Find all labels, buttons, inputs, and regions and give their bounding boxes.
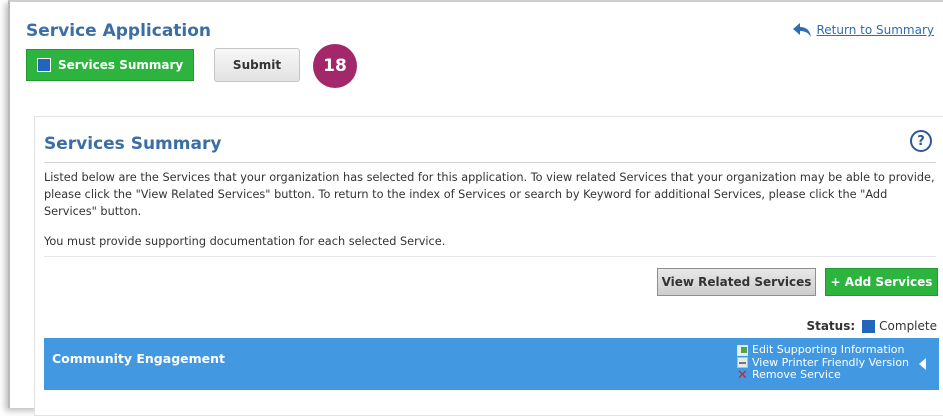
add-services-button[interactable]: + Add Services xyxy=(825,268,938,296)
services-summary-button[interactable]: Services Summary xyxy=(26,49,194,81)
service-actions: Edit Supporting Information View Printer… xyxy=(737,343,909,383)
printer-icon xyxy=(737,357,748,369)
edit-supporting-information-link[interactable]: Edit Supporting Information xyxy=(737,343,909,357)
page-title: Service Application xyxy=(26,21,212,41)
remove-service-link[interactable]: ✕ Remove Service xyxy=(737,367,909,383)
remove-service-label[interactable]: Remove Service xyxy=(752,368,841,382)
status-label: Status: xyxy=(806,319,856,333)
collapse-caret-icon[interactable] xyxy=(919,358,926,370)
step-number-badge: 18 xyxy=(313,44,357,88)
return-to-summary-link[interactable]: Return to Summary xyxy=(792,22,935,38)
submit-button[interactable]: Submit xyxy=(214,48,300,82)
description-text: Listed below are the Services that your … xyxy=(44,171,935,218)
remove-x-icon: ✕ xyxy=(737,367,748,383)
edit-supporting-information-label[interactable]: Edit Supporting Information xyxy=(752,343,904,357)
service-name: Community Engagement xyxy=(52,351,225,366)
help-icon[interactable]: ? xyxy=(910,130,932,152)
complete-status-icon xyxy=(862,319,876,333)
status-value: Complete xyxy=(879,319,937,333)
status-legend: Status: Complete xyxy=(806,319,937,333)
documentation-note: You must provide supporting documentatio… xyxy=(44,235,446,248)
return-to-summary-label[interactable]: Return to Summary xyxy=(817,23,935,37)
service-row: Community Engagement Edit Supporting Inf… xyxy=(44,338,939,390)
view-related-services-button[interactable]: View Related Services xyxy=(657,268,816,296)
divider xyxy=(44,162,936,163)
application-window: Service Application Return to Summary Se… xyxy=(8,0,943,416)
edit-icon xyxy=(737,344,748,356)
services-summary-panel: Services Summary ? Listed below are the … xyxy=(34,116,943,416)
divider xyxy=(44,256,936,257)
panel-title: Services Summary xyxy=(44,134,222,154)
services-summary-label: Services Summary xyxy=(58,58,184,72)
reply-arrow-icon xyxy=(792,22,812,38)
status-square-icon xyxy=(37,58,51,72)
